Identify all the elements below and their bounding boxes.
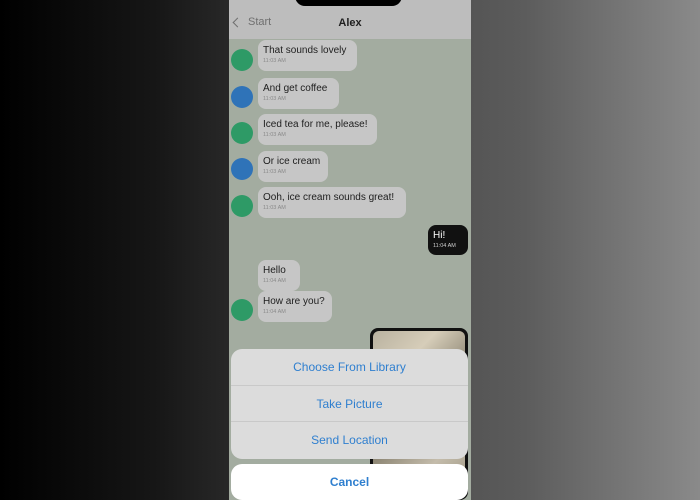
avatar bbox=[231, 158, 253, 180]
sent-message-bubble: Hi! 11:04 AM bbox=[428, 225, 468, 255]
avatar bbox=[231, 122, 253, 144]
message-text: Hello bbox=[263, 265, 286, 276]
avatar bbox=[231, 195, 253, 217]
message-text: Hi! bbox=[433, 230, 446, 241]
choose-from-library-button[interactable]: Choose From Library bbox=[231, 349, 468, 386]
avatar bbox=[231, 86, 253, 108]
device-notch bbox=[295, 0, 402, 6]
message-bubble: And get coffee 11:03 AM bbox=[258, 78, 339, 109]
message-time: 11:03 AM bbox=[263, 132, 286, 138]
avatar bbox=[231, 49, 253, 71]
message-text: Iced tea for me, please! bbox=[263, 119, 368, 130]
message-time: 11:04 AM bbox=[263, 278, 286, 284]
send-location-button[interactable]: Send Location bbox=[231, 422, 468, 459]
message-text: Or ice cream bbox=[263, 156, 321, 167]
take-picture-button[interactable]: Take Picture bbox=[231, 386, 468, 423]
action-sheet: Choose From Library Take Picture Send Lo… bbox=[231, 349, 468, 459]
message-time: 11:03 AM bbox=[263, 96, 286, 102]
message-text: How are you? bbox=[263, 296, 325, 307]
message-bubble: Or ice cream 11:03 AM bbox=[258, 151, 328, 182]
message-text: And get coffee bbox=[263, 83, 328, 94]
message-time: 11:03 AM bbox=[263, 169, 286, 175]
message-bubble: Ooh, ice cream sounds great! 11:03 AM bbox=[258, 187, 406, 218]
message-time: 11:04 AM bbox=[433, 243, 456, 249]
message-text: That sounds lovely bbox=[263, 45, 347, 56]
message-bubble: Hello 11:04 AM bbox=[258, 260, 300, 291]
chat-title: Alex bbox=[338, 17, 362, 29]
message-time: 11:03 AM bbox=[263, 58, 286, 64]
message-time: 11:04 AM bbox=[263, 309, 286, 315]
message-bubble: That sounds lovely 11:03 AM bbox=[258, 40, 357, 71]
cancel-button[interactable]: Cancel bbox=[231, 464, 468, 500]
nav-bar: Start Alex bbox=[229, 0, 471, 39]
message-bubble: How are you? 11:04 AM bbox=[258, 291, 332, 322]
message-bubble: Iced tea for me, please! 11:03 AM bbox=[258, 114, 377, 145]
message-text: Ooh, ice cream sounds great! bbox=[263, 192, 395, 203]
phone-screen: Start Alex That sounds lovely 11:03 AM A… bbox=[229, 0, 471, 500]
avatar bbox=[231, 299, 253, 321]
message-time: 11:03 AM bbox=[263, 205, 286, 211]
